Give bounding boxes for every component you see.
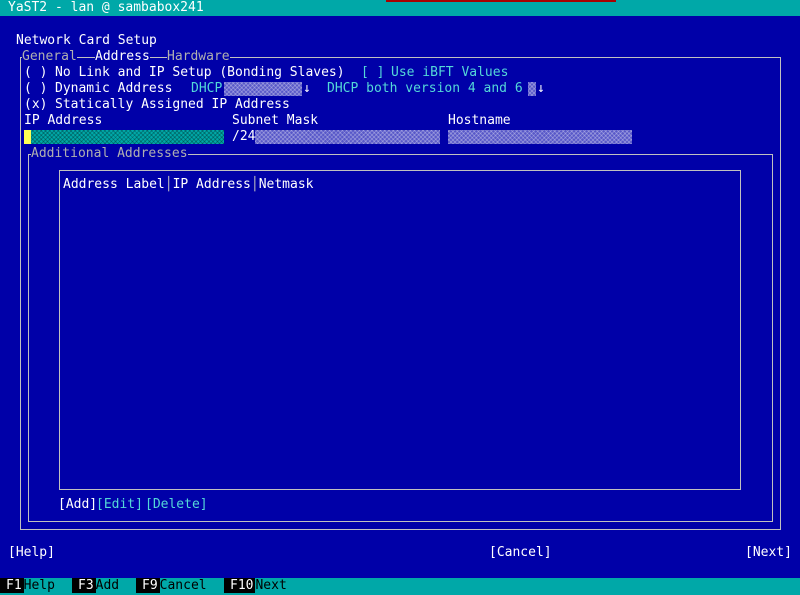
ip-address-input[interactable] [24, 130, 224, 144]
static-label[interactable]: Statically Assigned IP Address [55, 97, 290, 113]
dynamic-radio[interactable]: ( ) [24, 81, 47, 97]
window-titlebar: YaST2 - lan @ sambabox241 [0, 0, 800, 16]
column-ip-address[interactable]: IP Address [173, 177, 251, 192]
column-separator: │ [164, 177, 173, 192]
titlebar-accent [386, 0, 616, 2]
function-key-bar: F1 Help F3 Add F9 Cancel F10 Next [0, 578, 800, 595]
dynamic-label[interactable]: Dynamic Address [55, 81, 172, 97]
table-header-row: Address Label│IP Address│Netmask [63, 177, 313, 193]
text-cursor [24, 130, 31, 144]
fkey-next-key: F10 [224, 578, 256, 593]
fkey-help[interactable]: F1 Help [0, 578, 55, 595]
fkey-add-label: Add [95, 578, 120, 593]
subnet-mask-label: Subnet Mask [232, 113, 319, 128]
delete-button[interactable]: [Delete] [145, 497, 208, 513]
static-radio[interactable]: (x) [24, 97, 47, 113]
tab-general[interactable]: General [22, 49, 77, 65]
dhcp-version-select-value[interactable]: DHCP both version 4 and 6 [327, 81, 523, 97]
subnet-mask-input[interactable] [232, 130, 440, 144]
help-button[interactable]: [Help] [8, 545, 55, 561]
no-link-radio[interactable]: ( ) [24, 65, 47, 81]
fkey-next-label: Next [255, 578, 287, 593]
additional-addresses-title: Additional Addresses [31, 146, 188, 162]
add-button[interactable]: [Add] [58, 497, 97, 513]
dhcp-version-select[interactable] [528, 82, 536, 96]
column-address-label[interactable]: Address Label [63, 177, 165, 192]
tab-hardware[interactable]: Hardware [167, 49, 230, 65]
dhcp-mode-select-value[interactable]: DHCP [191, 81, 222, 97]
fkey-cancel-key: F9 [136, 578, 160, 593]
hostname-input[interactable] [448, 130, 632, 144]
dhcp-mode-arrow-icon[interactable]: ↓ [303, 81, 311, 97]
fkey-help-label: Help [23, 578, 55, 593]
ip-address-label: IP Address [24, 113, 103, 128]
column-separator: │ [250, 177, 259, 192]
no-link-label[interactable]: No Link and IP Setup (Bonding Slaves) [55, 65, 345, 81]
edit-button[interactable]: [Edit] [96, 497, 143, 513]
column-netmask[interactable]: Netmask [259, 177, 314, 192]
fkey-next[interactable]: F10 Next [224, 578, 287, 595]
additional-addresses-table[interactable] [59, 170, 741, 490]
fkey-add[interactable]: F3 Add [72, 578, 119, 595]
dhcp-mode-select[interactable] [224, 82, 302, 96]
subnet-mask-value: /24 [232, 129, 256, 145]
hostname-label: Hostname [448, 113, 511, 128]
dhcp-version-arrow-icon[interactable]: ↓ [537, 81, 545, 97]
fkey-cancel[interactable]: F9 Cancel [136, 578, 207, 595]
ibft-checkbox[interactable]: [ ] [361, 65, 384, 81]
next-button[interactable]: [Next] [745, 545, 792, 561]
fkey-help-key: F1 [0, 578, 24, 593]
fkey-cancel-label: Cancel [159, 578, 207, 593]
ibft-label[interactable]: Use iBFT Values [391, 65, 508, 81]
fkey-add-key: F3 [72, 578, 96, 593]
tab-address[interactable]: Address [95, 49, 150, 65]
window-title: YaST2 - lan @ sambabox241 [8, 0, 204, 15]
cancel-button[interactable]: [Cancel] [489, 545, 552, 561]
dialog-title: Network Card Setup [16, 33, 157, 48]
